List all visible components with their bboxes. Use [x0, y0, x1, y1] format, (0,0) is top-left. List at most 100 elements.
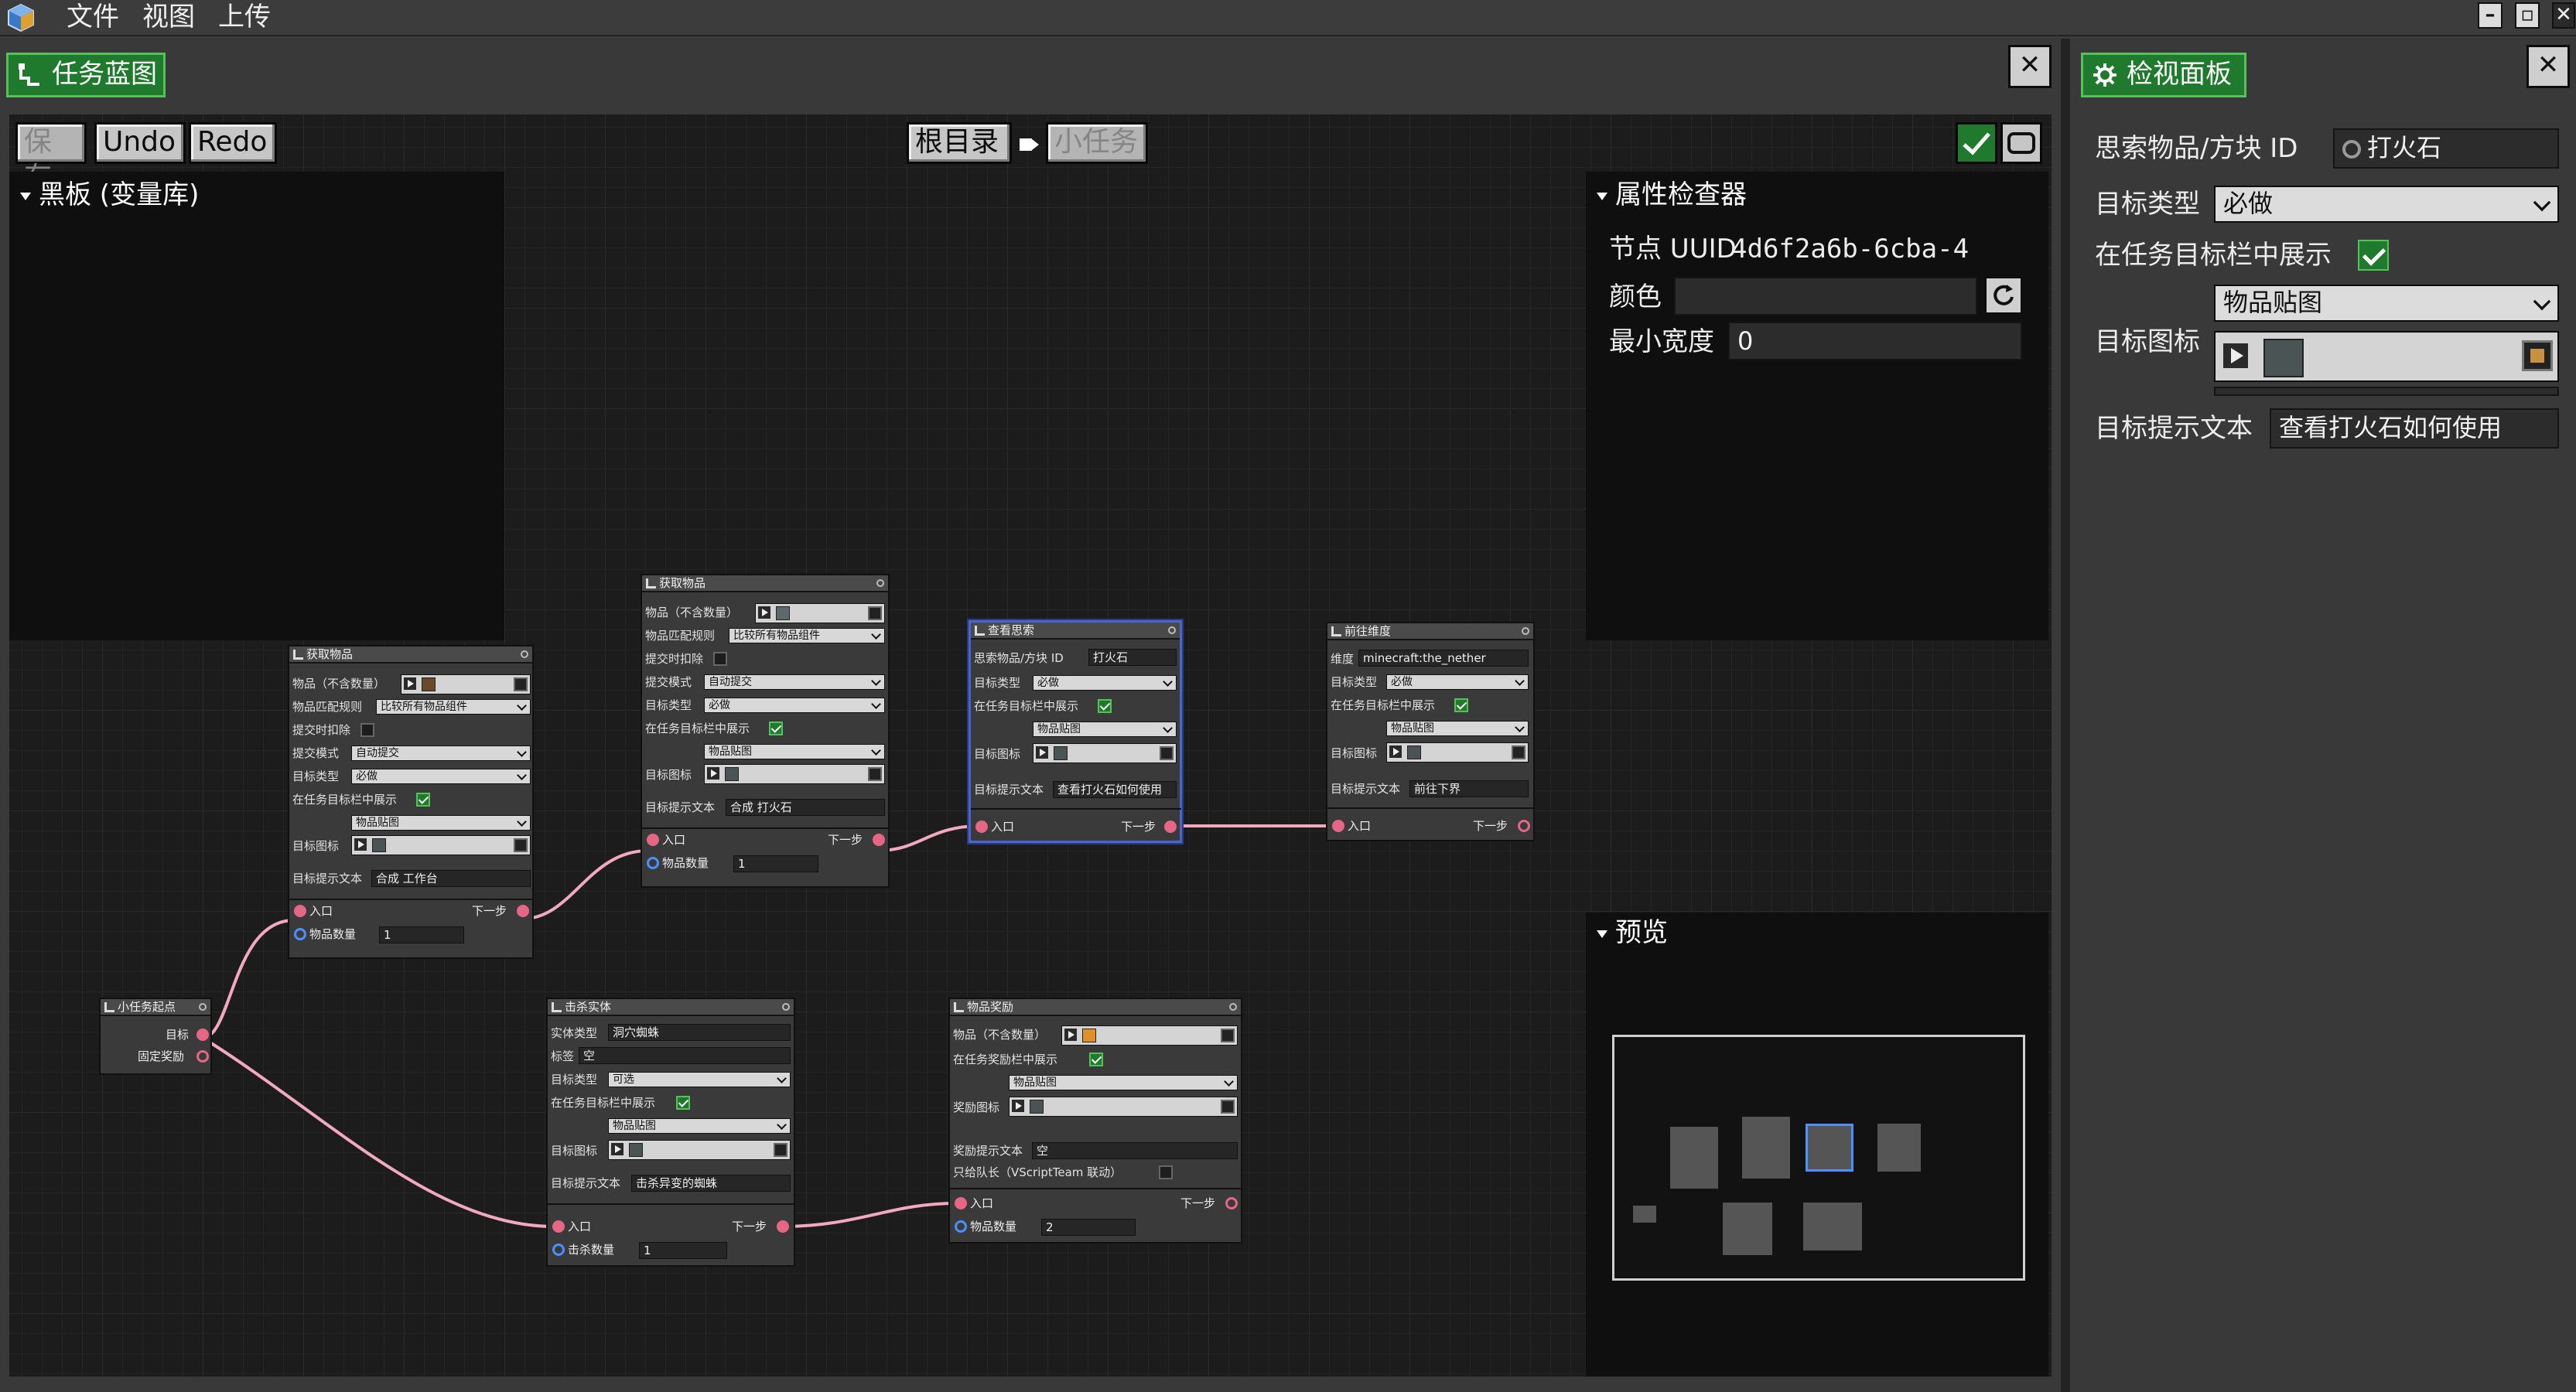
goal-icon-slot[interactable] — [1033, 743, 1177, 763]
count-port[interactable] — [647, 857, 659, 869]
node-menu-icon[interactable] — [521, 650, 528, 658]
reward-hint-field[interactable]: 空 — [1032, 1142, 1238, 1159]
count-port[interactable] — [294, 928, 306, 940]
item-slot[interactable] — [401, 674, 531, 694]
node-item-reward[interactable]: 物品奖励 物品（不含数量） 在任务奖励栏中展示 物品贴图 奖励图标 奖励提示文本… — [948, 998, 1242, 1244]
in-port[interactable] — [955, 1197, 967, 1209]
node-menu-icon[interactable] — [199, 1003, 207, 1011]
hint-field[interactable]: 前往下界 — [1409, 780, 1529, 797]
icon-picker-icon[interactable] — [1512, 745, 1525, 759]
goal-icon-slot[interactable] — [1386, 742, 1529, 763]
match-rule-select[interactable]: 比较所有物品组件 — [376, 699, 531, 715]
node-go-dimension[interactable]: 前往维度 维度 minecraft:the_nether 目标类型 必做 在任务… — [1326, 622, 1535, 841]
show-in-bar-checkbox[interactable] — [416, 793, 430, 807]
hint-field[interactable]: 合成 工作台 — [371, 870, 531, 887]
icon-picker-icon[interactable] — [868, 767, 882, 781]
icon-mode-select[interactable]: 物品贴图 — [608, 1118, 791, 1134]
node-get-item-1[interactable]: 获取物品 物品（不含数量） 物品匹配规则 比较所有物品组件 提交时扣除 提交模式… — [288, 645, 534, 959]
item-picker-icon[interactable] — [514, 677, 528, 691]
node-kill-entity[interactable]: 击杀实体 实体类型 洞穴蜘蛛 标签 空 目标类型 可选 在任务目标栏中展示 物品… — [546, 998, 795, 1267]
fixed-reward-output-port[interactable] — [196, 1050, 209, 1063]
show-in-bar-checkbox[interactable] — [2358, 240, 2389, 271]
goal-icon-slot[interactable] — [704, 764, 885, 784]
next-output-port[interactable] — [517, 905, 529, 917]
icon-picker-icon[interactable] — [1160, 746, 1174, 760]
close-window-button[interactable]: ✕ — [2552, 2, 2575, 29]
node-menu-icon[interactable] — [1229, 1003, 1237, 1011]
goal-output-port[interactable] — [196, 1029, 209, 1041]
deduct-checkbox[interactable] — [713, 652, 727, 666]
in-port[interactable] — [647, 834, 659, 846]
goal-type-select[interactable]: 必做 — [351, 769, 531, 784]
hint-field[interactable]: 合成 打火石 — [726, 799, 885, 816]
goal-type-select[interactable]: 必做 — [1386, 674, 1529, 690]
next-output-port[interactable] — [1225, 1197, 1238, 1209]
icon-mode-select[interactable]: 物品贴图 — [704, 744, 885, 759]
node-quest-start[interactable]: 小任务起点 目标 固定奖励 — [99, 998, 212, 1075]
show-in-bar-checkbox[interactable] — [676, 1096, 690, 1110]
goal-type-select[interactable]: 必做 — [704, 698, 885, 713]
goal-icon-slot[interactable] — [2214, 331, 2559, 382]
leader-only-checkbox[interactable] — [1159, 1165, 1173, 1179]
show-in-bar-checkbox[interactable] — [1098, 699, 1112, 713]
icon-mode-select[interactable]: 物品贴图 — [1386, 721, 1529, 736]
in-port[interactable] — [975, 821, 988, 833]
in-port[interactable] — [1332, 820, 1344, 832]
goal-type-select[interactable]: 可选 — [608, 1072, 791, 1087]
goal-type-select[interactable]: 必做 — [1033, 675, 1177, 691]
minimize-button[interactable]: – — [2478, 2, 2503, 29]
item-picker-icon[interactable] — [1221, 1029, 1235, 1042]
show-in-bar-checkbox[interactable] — [1454, 698, 1468, 712]
in-port[interactable] — [552, 1220, 565, 1233]
node-get-item-2[interactable]: 获取物品 物品（不含数量） 物品匹配规则 比较所有物品组件 提交时扣除 提交模式… — [641, 574, 890, 888]
icon-mode-select[interactable]: 物品贴图 — [351, 815, 531, 831]
ponder-id-field[interactable]: 打火石 — [2333, 128, 2559, 169]
count-field[interactable]: 1 — [639, 1242, 727, 1259]
icon-picker-icon[interactable] — [2522, 340, 2553, 371]
close-inspector-button[interactable]: ✕ — [2526, 45, 2570, 88]
icon-picker-icon[interactable] — [774, 1143, 787, 1157]
tag-field[interactable]: 空 — [579, 1047, 791, 1064]
hint-field[interactable]: 查看打火石如何使用 — [2270, 408, 2559, 449]
next-output-port[interactable] — [1518, 820, 1530, 832]
count-port[interactable] — [955, 1220, 967, 1233]
next-output-port[interactable] — [777, 1220, 789, 1233]
node-menu-icon[interactable] — [782, 1003, 790, 1011]
icon-mode-select[interactable]: 物品贴图 — [1033, 722, 1177, 737]
dimension-field[interactable]: minecraft:the_nether — [1358, 650, 1529, 667]
ponder-id-field[interactable]: 打火石 — [1088, 649, 1177, 666]
hint-field[interactable]: 查看打火石如何使用 — [1053, 781, 1177, 798]
in-port[interactable] — [294, 905, 306, 917]
item-picker-icon[interactable] — [868, 606, 882, 620]
next-output-port[interactable] — [873, 834, 885, 846]
panel-splitter[interactable] — [2061, 39, 2070, 1392]
reward-icon-slot[interactable] — [1009, 1097, 1238, 1117]
item-slot[interactable] — [755, 603, 885, 623]
icon-picker-icon[interactable] — [514, 838, 528, 852]
goal-type-select[interactable]: 必做 — [2214, 186, 2559, 223]
icon-mode-select[interactable]: 物品贴图 — [1009, 1075, 1238, 1090]
node-menu-icon[interactable] — [876, 579, 884, 587]
goal-icon-slot[interactable] — [608, 1140, 791, 1160]
count-port[interactable] — [552, 1244, 565, 1256]
icon-picker-icon[interactable] — [1221, 1100, 1235, 1114]
node-menu-icon[interactable] — [1168, 626, 1176, 634]
icon-mode-select[interactable]: 物品贴图 — [2214, 285, 2559, 322]
show-in-bar-checkbox[interactable] — [769, 722, 783, 735]
hint-field[interactable]: 击杀异变的蜘蛛 — [631, 1175, 791, 1192]
node-menu-icon[interactable] — [1522, 627, 1529, 635]
match-rule-select[interactable]: 比较所有物品组件 — [729, 628, 885, 643]
submit-mode-select[interactable]: 自动提交 — [351, 745, 531, 761]
count-field[interactable]: 1 — [379, 926, 464, 943]
node-ponder[interactable]: 查看思索 思索物品/方块 ID 打火石 目标类型 必做 在任务目标栏中展示 物品… — [969, 620, 1182, 843]
entity-type-field[interactable]: 洞穴蜘蛛 — [608, 1024, 791, 1041]
goal-icon-slot[interactable] — [351, 835, 531, 855]
icon-scrollbar[interactable] — [2214, 387, 2559, 396]
submit-mode-select[interactable]: 自动提交 — [704, 674, 885, 690]
item-slot[interactable] — [1061, 1025, 1238, 1046]
deduct-checkbox[interactable] — [360, 723, 374, 737]
restore-button[interactable]: ▫ — [2515, 2, 2540, 29]
show-in-reward-checkbox[interactable] — [1089, 1053, 1103, 1066]
count-field[interactable]: 1 — [733, 855, 818, 872]
next-output-port[interactable] — [1164, 821, 1177, 833]
